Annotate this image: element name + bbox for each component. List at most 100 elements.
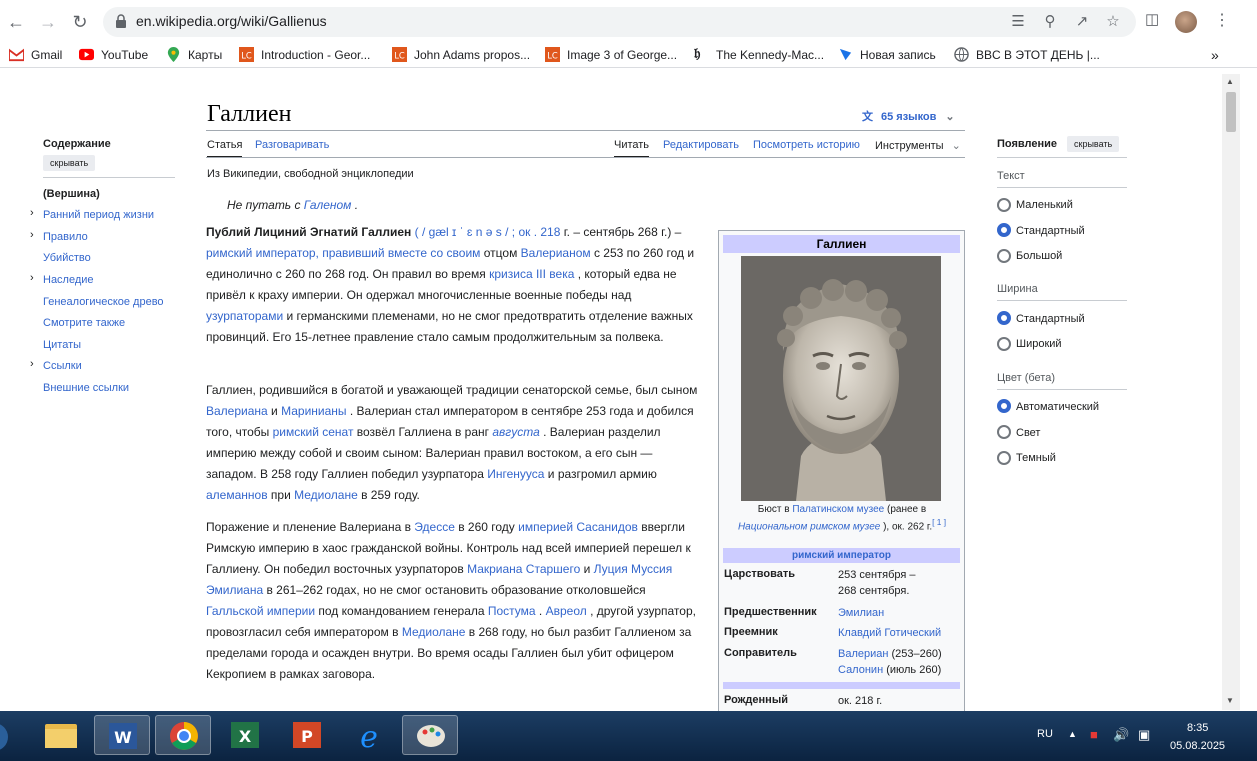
infobox-link-predecessor[interactable]: Эмилиан bbox=[838, 605, 884, 621]
hatnote-link[interactable]: Галеном bbox=[304, 198, 352, 212]
radio-text-standard[interactable] bbox=[997, 223, 1011, 237]
bookmark-note[interactable]: Новая запись bbox=[838, 47, 936, 62]
toc-item-early-life[interactable]: Ранний период жизни bbox=[43, 209, 154, 221]
paint-icon[interactable] bbox=[402, 715, 458, 755]
toc-item-see-also[interactable]: Смотрите также bbox=[43, 317, 125, 329]
powerpoint-icon[interactable]: P bbox=[279, 715, 335, 755]
infobox-section-header[interactable]: римский император bbox=[723, 548, 960, 563]
network-icon[interactable]: ▣ bbox=[1138, 727, 1150, 743]
infobox-link-coruler[interactable]: Валериан bbox=[838, 648, 888, 660]
menu-icon[interactable]: ⋮ bbox=[1214, 10, 1230, 30]
bookmark-maps[interactable]: Карты bbox=[166, 47, 222, 62]
word-icon[interactable]: W bbox=[94, 715, 150, 755]
bust-image[interactable] bbox=[741, 256, 941, 501]
tab-read[interactable]: Читать bbox=[614, 139, 650, 158]
article-link[interactable]: Ингенууса bbox=[487, 467, 544, 481]
internet-explorer-icon[interactable]: e bbox=[341, 715, 397, 755]
volume-icon[interactable]: 🔊 bbox=[1113, 727, 1129, 743]
translate-icon[interactable]: ☰ bbox=[1009, 13, 1027, 31]
toc-item-assassination[interactable]: Убийство bbox=[43, 252, 91, 264]
article-link[interactable]: империей Сасанидов bbox=[518, 520, 638, 534]
chevron-right-icon[interactable]: › bbox=[30, 272, 34, 284]
explorer-icon[interactable] bbox=[33, 715, 89, 755]
scroll-up-icon[interactable]: ▲ bbox=[1226, 77, 1234, 86]
article-link[interactable]: алеманнов bbox=[206, 488, 268, 502]
article-link[interactable]: Медиолане bbox=[294, 488, 358, 502]
clock-date[interactable]: 05.08.2025 bbox=[1170, 740, 1225, 752]
article-link[interactable]: кризиса III века bbox=[489, 267, 574, 281]
tab-history[interactable]: Посмотреть историю bbox=[753, 139, 860, 151]
article-link[interactable]: римский сенат bbox=[273, 425, 354, 439]
chevron-right-icon[interactable]: › bbox=[30, 229, 34, 241]
article-link[interactable]: Макриана Старшего bbox=[467, 562, 580, 576]
article-link[interactable]: gæl ɪ ˈ ɛ n ə s / ; ок . 218 bbox=[429, 225, 561, 239]
languages-button[interactable]: 文 65 языков ⌄ bbox=[862, 108, 955, 124]
toc-hide-button[interactable]: скрывать bbox=[43, 155, 96, 171]
article-link[interactable]: римский император, правивший вместе со с… bbox=[206, 246, 480, 260]
article-link[interactable]: Галльской империи bbox=[206, 604, 315, 618]
toc-item-top[interactable]: (Вершина) bbox=[43, 188, 100, 200]
radio-width-standard[interactable] bbox=[997, 311, 1011, 325]
tray-app-icon[interactable]: ■ bbox=[1090, 727, 1098, 742]
bookmark-gmail[interactable]: Gmail bbox=[9, 47, 62, 62]
article-link[interactable]: узурпаторами bbox=[206, 309, 283, 323]
tab-talk[interactable]: Разговаривать bbox=[255, 139, 329, 151]
bookmarks-more-icon[interactable]: » bbox=[1211, 47, 1219, 63]
article-link[interactable]: Медиолане bbox=[402, 625, 466, 639]
article-link[interactable]: Эдессе bbox=[414, 520, 455, 534]
article-link[interactable]: Постума bbox=[488, 604, 536, 618]
bookmark-loc-3[interactable]: LC Image 3 of George... bbox=[545, 47, 677, 62]
article-link[interactable]: Авреол bbox=[546, 604, 587, 618]
excel-icon[interactable]: X bbox=[217, 715, 273, 755]
chevron-right-icon[interactable]: › bbox=[30, 207, 34, 219]
language-indicator[interactable]: RU bbox=[1037, 728, 1053, 740]
page-scrollbar[interactable]: ▲ ▼ bbox=[1222, 74, 1240, 710]
tab-article[interactable]: Статья bbox=[207, 139, 243, 158]
bookmark-youtube[interactable]: YouTube bbox=[79, 47, 148, 62]
zoom-icon[interactable]: ⚲ bbox=[1041, 13, 1059, 31]
caption-ref-link[interactable]: [ 1 ] bbox=[932, 517, 946, 527]
radio-color-light[interactable] bbox=[997, 425, 1011, 439]
tab-tools[interactable]: Инструменты ⌄ bbox=[875, 139, 961, 152]
caption-link-museum[interactable]: Национальном римском музее bbox=[738, 521, 880, 532]
appearance-hide-button[interactable]: скрывать bbox=[1067, 136, 1120, 152]
toc-item-citations[interactable]: Цитаты bbox=[43, 339, 81, 351]
tray-expand-icon[interactable]: ▲ bbox=[1068, 729, 1077, 739]
scroll-down-icon[interactable]: ▼ bbox=[1226, 696, 1234, 705]
toc-item-legacy[interactable]: Наследие bbox=[43, 274, 94, 286]
radio-color-dark[interactable] bbox=[997, 451, 1011, 465]
toc-item-family-tree[interactable]: Генеалогическое древо bbox=[43, 296, 164, 308]
infobox-link-successor[interactable]: Клавдий Готический bbox=[838, 625, 941, 641]
article-link[interactable]: августа bbox=[492, 425, 539, 439]
toc-item-external-links[interactable]: Внешние ссылки bbox=[43, 382, 129, 394]
toc-item-references[interactable]: Ссылки bbox=[43, 360, 82, 372]
bookmark-loc-1[interactable]: LC Introduction - Geor... bbox=[239, 47, 370, 62]
article-link[interactable]: Валериана bbox=[206, 404, 268, 418]
side-panel-icon[interactable]: ◫ bbox=[1145, 10, 1159, 28]
tab-edit[interactable]: Редактировать bbox=[663, 139, 739, 151]
radio-width-wide[interactable] bbox=[997, 337, 1011, 351]
reload-icon[interactable]: ↻ bbox=[68, 10, 92, 34]
infobox-link-coruler[interactable]: Салонин bbox=[838, 664, 883, 676]
avatar[interactable] bbox=[1175, 11, 1197, 33]
radio-text-large[interactable] bbox=[997, 249, 1011, 263]
article-link[interactable]: ( / bbox=[415, 225, 429, 239]
start-button[interactable] bbox=[0, 715, 20, 755]
scroll-thumb[interactable] bbox=[1226, 92, 1236, 132]
toc-item-reign[interactable]: Правило bbox=[43, 231, 88, 243]
bookmark-loc-2[interactable]: LC John Adams propos... bbox=[392, 47, 530, 62]
section-link[interactable]: римский император bbox=[792, 550, 891, 561]
chevron-right-icon[interactable]: › bbox=[30, 358, 34, 370]
bookmark-star-icon[interactable]: ☆ bbox=[1104, 13, 1122, 31]
bookmark-bbc[interactable]: BBC В ЭТОТ ДЕНЬ |... bbox=[954, 47, 1100, 62]
forward-icon[interactable]: → bbox=[36, 10, 60, 34]
radio-text-small[interactable] bbox=[997, 198, 1011, 212]
caption-link-palatine[interactable]: Палатинском музее bbox=[792, 504, 884, 515]
chrome-icon[interactable] bbox=[155, 715, 211, 755]
share-icon[interactable]: ↗ bbox=[1073, 13, 1091, 31]
radio-color-auto[interactable] bbox=[997, 399, 1011, 413]
article-link[interactable]: Валерианом bbox=[521, 246, 591, 260]
bookmark-nyt[interactable]: 𝔥 The Kennedy-Mac... bbox=[694, 47, 824, 62]
back-icon[interactable]: ← bbox=[4, 10, 28, 34]
article-link[interactable]: Маринианы bbox=[281, 404, 346, 418]
